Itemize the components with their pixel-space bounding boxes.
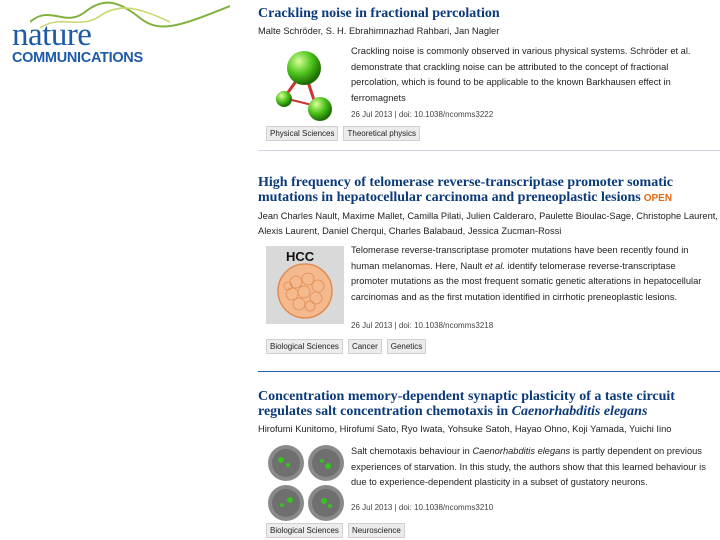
logo-nature-text: nature	[12, 17, 92, 53]
article-date-doi: 26 Jul 2013 | doi: 10.1038/ncomms3222	[351, 110, 494, 119]
article-subject-tags: Biological Sciences Cancer Genetics	[266, 339, 427, 354]
logo-communications-text: COMMUNICATIONS	[12, 50, 143, 66]
subject-tag[interactable]: Genetics	[386, 339, 427, 354]
article-authors: Hirofumi Kunitomo, Hirofumi Sato, Ryo Iw…	[258, 424, 672, 434]
article-card: High frequency of telomerase reverse-tra…	[258, 175, 720, 360]
article-title-link[interactable]: Crackling noise in fractional percolatio…	[258, 6, 720, 21]
article-card: Concentration memory-dependent synaptic …	[258, 389, 720, 539]
article-date-doi: 26 Jul 2013 | doi: 10.1038/ncomms3210	[351, 503, 494, 512]
article-title-link[interactable]: High frequency of telomerase reverse-tra…	[258, 175, 720, 206]
chemotaxis-plates-thumbnail[interactable]	[266, 444, 346, 522]
article-subject-tags: Biological Sciences Neuroscience	[266, 523, 405, 538]
open-access-badge: OPEN	[643, 193, 673, 204]
subject-tag[interactable]: Neuroscience	[347, 523, 405, 538]
subject-tag[interactable]: Biological Sciences	[266, 339, 343, 354]
subject-tag[interactable]: Physical Sciences	[266, 126, 339, 141]
hcc-thumbnail-label: HCC	[286, 249, 315, 264]
subject-tag[interactable]: Cancer	[347, 339, 382, 354]
article-divider	[258, 371, 720, 372]
article-authors: Jean Charles Nault, Maxime Mallet, Camil…	[258, 211, 718, 236]
molecule-thumbnail[interactable]	[266, 46, 344, 124]
article-date-doi: 26 Jul 2013 | doi: 10.1038/ncomms3218	[351, 321, 494, 330]
article-subject-tags: Physical Sciences Theoretical physics	[266, 126, 420, 141]
article-title-link[interactable]: Concentration memory-dependent synaptic …	[258, 389, 720, 419]
subject-tag[interactable]: Biological Sciences	[266, 523, 343, 538]
article-card: Crackling noise in fractional percolatio…	[258, 6, 720, 142]
article-divider	[258, 150, 720, 151]
article-abstract: Salt chemotaxis behaviour in Caenorhabdi…	[351, 446, 706, 487]
article-abstract: Crackling noise is commonly observed in …	[351, 46, 691, 103]
article-abstract: Telomerase reverse-transcriptase promote…	[351, 245, 702, 302]
nature-communications-logo[interactable]: nature COMMUNICATIONS	[0, 0, 240, 67]
subject-tag[interactable]: Theoretical physics	[343, 126, 420, 141]
article-authors: Malte Schröder, S. H. Ebrahimnazhad Rahb…	[258, 26, 500, 36]
